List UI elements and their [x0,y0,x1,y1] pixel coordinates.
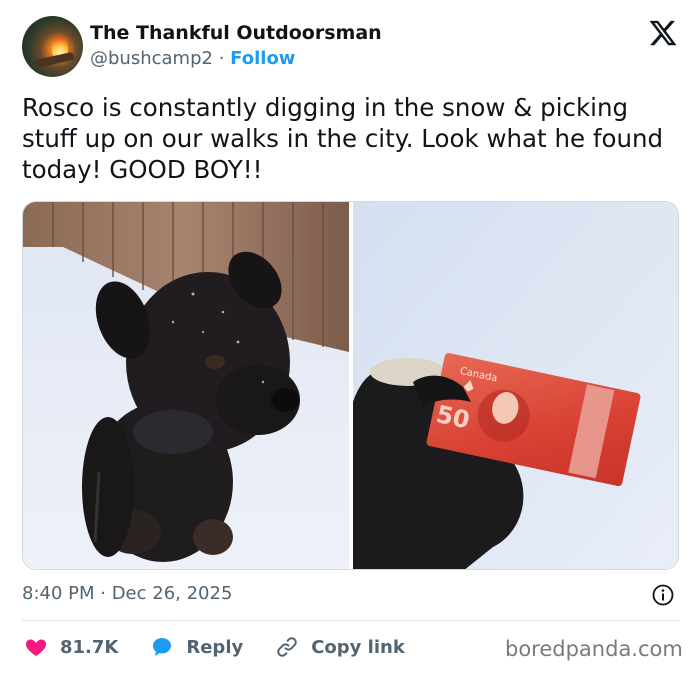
copy-link-label: Copy link [311,636,405,658]
follow-button[interactable]: Follow [230,48,295,69]
dog-photo[interactable] [23,202,349,570]
tweet-card: The Thankful Outdoorsman @bushcamp2 · Fo… [0,0,700,673]
heart-icon [25,639,47,656]
link-icon [277,637,297,657]
reply-button[interactable]: Reply [150,635,243,659]
info-icon[interactable] [651,583,675,607]
watermark: boredpanda.com [505,637,683,661]
x-logo-icon[interactable] [648,18,678,48]
like-count: 81.7K [60,636,119,658]
author-handle-row: @bushcamp2 · Follow [90,48,295,69]
tweet-text: Rosco is constantly digging in the snow … [22,93,664,184]
copy-link-button[interactable]: Copy link [275,635,405,659]
handle-separator: · [218,48,225,69]
author-display-name[interactable]: The Thankful Outdoorsman [90,22,382,44]
banknote-photo[interactable]: Canada 50 [353,202,679,570]
reply-label: Reply [186,636,244,658]
divider [22,620,679,621]
action-bar: 81.7K Reply Copy link [24,634,437,660]
tweet-timestamp[interactable]: 8:40 PM · Dec 26, 2025 [22,583,232,604]
author-handle[interactable]: @bushcamp2 [90,48,213,69]
like-button[interactable]: 81.7K [24,635,118,659]
author-avatar[interactable] [22,16,83,77]
reply-bubble-icon [153,638,172,656]
tweet-media-grid: Canada 50 [22,201,679,570]
